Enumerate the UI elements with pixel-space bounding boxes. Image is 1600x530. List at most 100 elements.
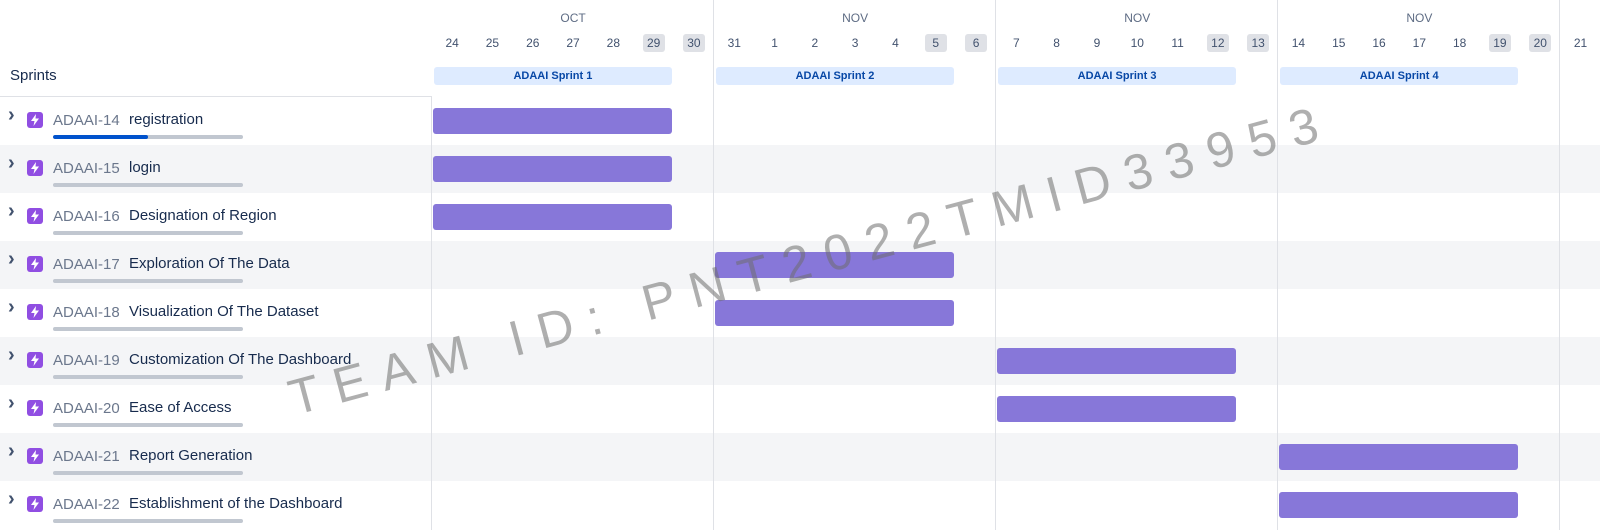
- day-label: 31: [727, 36, 741, 50]
- day-label: 11: [1171, 36, 1184, 50]
- day-label: 6: [965, 34, 988, 52]
- issue-key[interactable]: ADAAI-19: [53, 352, 120, 369]
- chevron-right-icon[interactable]: ›: [8, 441, 22, 461]
- day-label: 7: [1013, 36, 1020, 50]
- issue-title[interactable]: Ease of Access: [129, 399, 232, 416]
- left-panel-header: [0, 0, 432, 57]
- timeline-bar[interactable]: [997, 348, 1236, 374]
- epic-lightning-icon: [27, 112, 43, 128]
- timeline-bar[interactable]: [433, 108, 672, 134]
- day-label: 3: [851, 36, 859, 50]
- issue-title[interactable]: registration: [129, 111, 203, 128]
- sprint-pill[interactable]: ADAAI Sprint 3: [998, 67, 1236, 85]
- day-label: 19: [1488, 34, 1511, 52]
- timeline-bar[interactable]: [715, 252, 954, 278]
- progress-bar: [53, 231, 243, 235]
- issue-title[interactable]: login: [129, 159, 161, 176]
- timeline-bar[interactable]: [715, 300, 954, 326]
- chevron-right-icon[interactable]: ›: [8, 345, 22, 365]
- day-label: 5: [924, 34, 947, 52]
- day-label: 26: [526, 36, 540, 50]
- chevron-right-icon[interactable]: ›: [8, 201, 22, 221]
- issue-row: › ADAAI-19 Customization Of The Dashboard: [0, 337, 1600, 385]
- progress-fill: [53, 135, 148, 139]
- sprint-pill[interactable]: ADAAI Sprint 2: [716, 67, 954, 85]
- day-label: 18: [1452, 36, 1467, 50]
- progress-bar: [53, 279, 243, 283]
- epic-lightning-icon: [27, 256, 43, 272]
- month-label: NOV: [842, 11, 869, 25]
- sprints-row: Sprints: [0, 56, 432, 97]
- epic-lightning-icon: [27, 496, 43, 512]
- sprints-label: Sprints: [10, 67, 57, 84]
- day-label: 24: [445, 36, 459, 50]
- week-divider: [1277, 0, 1279, 530]
- day-label: 8: [1053, 36, 1060, 50]
- issue-title[interactable]: Exploration Of The Data: [129, 255, 290, 272]
- month-label: OCT: [560, 11, 586, 25]
- issue-title[interactable]: Establishment of the Dashboard: [129, 495, 342, 512]
- day-label: 17: [1412, 36, 1427, 50]
- progress-bar: [53, 183, 243, 187]
- epic-lightning-icon: [27, 352, 43, 368]
- chevron-right-icon[interactable]: ›: [8, 489, 22, 509]
- issue-key[interactable]: ADAAI-21: [53, 448, 120, 465]
- epic-lightning-icon: [27, 448, 43, 464]
- week-divider: [995, 0, 997, 530]
- day-label: 14: [1291, 36, 1306, 50]
- issue-row: › ADAAI-15 login: [0, 145, 1600, 193]
- chevron-right-icon[interactable]: ›: [8, 105, 22, 125]
- progress-bar: [53, 135, 243, 139]
- sprint-pill[interactable]: ADAAI Sprint 1: [434, 67, 672, 85]
- progress-bar: [53, 375, 243, 379]
- day-label: 1: [771, 36, 778, 50]
- issue-key[interactable]: ADAAI-18: [53, 304, 120, 321]
- issue-key[interactable]: ADAAI-15: [53, 160, 120, 177]
- issue-key[interactable]: ADAAI-16: [53, 208, 120, 225]
- chevron-right-icon[interactable]: ›: [8, 297, 22, 317]
- issue-title[interactable]: Customization Of The Dashboard: [129, 351, 351, 368]
- timeline-bar[interactable]: [433, 204, 672, 230]
- day-label: 4: [892, 36, 899, 50]
- epic-lightning-icon: [27, 400, 43, 416]
- progress-bar: [53, 471, 243, 475]
- day-label: 27: [566, 36, 580, 50]
- issue-title[interactable]: Designation of Region: [129, 207, 277, 224]
- roadmap-view: › ADAAI-14 registration › ADAAI-15 login › ADAA…: [0, 0, 1600, 530]
- day-label: 28: [606, 36, 621, 50]
- day-label: 30: [682, 34, 705, 52]
- month-label: NOV: [1124, 11, 1151, 25]
- issue-row: › ADAAI-20 Ease of Access: [0, 385, 1600, 433]
- chevron-right-icon[interactable]: ›: [8, 393, 22, 413]
- day-label: 12: [1206, 34, 1229, 52]
- day-label: 2: [811, 36, 819, 50]
- timeline-bar[interactable]: [1279, 492, 1519, 518]
- chevron-right-icon[interactable]: ›: [8, 249, 22, 269]
- sprint-pill[interactable]: ADAAI Sprint 4: [1280, 67, 1519, 85]
- issue-key[interactable]: ADAAI-20: [53, 400, 120, 417]
- epic-lightning-icon: [27, 160, 43, 176]
- day-label: 21: [1573, 36, 1588, 50]
- chevron-right-icon[interactable]: ›: [8, 153, 22, 173]
- progress-bar: [53, 327, 243, 331]
- day-label: 9: [1093, 36, 1101, 50]
- epic-lightning-icon: [27, 304, 43, 320]
- week-divider: [713, 0, 715, 530]
- epic-lightning-icon: [27, 208, 43, 224]
- day-label: 15: [1332, 36, 1346, 50]
- issue-key[interactable]: ADAAI-14: [53, 112, 120, 129]
- week-divider: [1559, 0, 1561, 530]
- timeline-bar[interactable]: [1279, 444, 1519, 470]
- day-label: 10: [1130, 36, 1144, 50]
- progress-bar: [53, 423, 243, 427]
- issue-title[interactable]: Visualization Of The Dataset: [129, 303, 319, 320]
- issue-key[interactable]: ADAAI-17: [53, 256, 120, 273]
- timeline-bar[interactable]: [433, 156, 672, 182]
- day-label: 20: [1529, 34, 1552, 52]
- day-label: 29: [642, 34, 665, 52]
- month-label: NOV: [1406, 11, 1433, 25]
- timeline-bar[interactable]: [997, 396, 1236, 422]
- issue-title[interactable]: Report Generation: [129, 447, 252, 464]
- day-label: 13: [1247, 34, 1270, 52]
- issue-key[interactable]: ADAAI-22: [53, 496, 120, 513]
